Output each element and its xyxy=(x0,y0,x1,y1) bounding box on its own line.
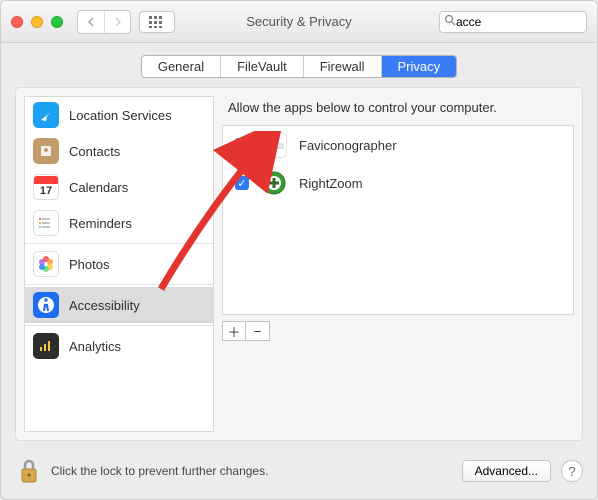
window-controls xyxy=(11,16,63,28)
checkbox-icon[interactable]: ✓ xyxy=(235,138,249,152)
sidebar-label: Location Services xyxy=(69,108,172,123)
tabs: General FileVault Firewall Privacy xyxy=(1,55,597,78)
advanced-button[interactable]: Advanced... xyxy=(462,460,551,482)
sidebar-label: Calendars xyxy=(69,180,128,195)
tab-general[interactable]: General xyxy=(142,56,221,77)
app-label: RightZoom xyxy=(299,176,363,191)
titlebar: Security & Privacy × xyxy=(1,1,597,43)
app-label: Faviconographer xyxy=(299,138,397,153)
separator xyxy=(25,325,213,326)
tab-firewall[interactable]: Firewall xyxy=(304,56,382,77)
photos-icon xyxy=(33,251,59,277)
sidebar-label: Reminders xyxy=(69,216,132,231)
sidebar-label: Photos xyxy=(69,257,109,272)
contacts-icon xyxy=(33,138,59,164)
lock-icon[interactable] xyxy=(15,457,43,485)
sidebar-item-accessibility[interactable]: Accessibility xyxy=(25,287,213,323)
helper-text: Allow the apps below to control your com… xyxy=(222,96,574,125)
location-icon xyxy=(33,102,59,128)
sidebar-label: Contacts xyxy=(69,144,120,159)
app-row[interactable]: ✓ Faviconographer xyxy=(223,126,573,164)
help-button[interactable]: ? xyxy=(561,460,583,482)
sidebar-item-photos[interactable]: Photos xyxy=(25,246,213,282)
app-row[interactable]: ✓ RightZoom xyxy=(223,164,573,202)
sidebar-label: Analytics xyxy=(69,339,121,354)
calendar-icon: 17 xyxy=(33,174,59,200)
reminders-icon xyxy=(33,210,59,236)
separator xyxy=(25,284,213,285)
zoom-icon[interactable] xyxy=(51,16,63,28)
nav-back-forward xyxy=(77,10,131,34)
search-field[interactable]: × xyxy=(439,11,587,33)
app-list: ✓ Faviconographer ✓ RightZoom xyxy=(222,125,574,315)
sidebar-item-analytics[interactable]: Analytics xyxy=(25,328,213,364)
lock-text: Click the lock to prevent further change… xyxy=(51,464,268,478)
search-input[interactable] xyxy=(456,15,598,29)
sidebar-item-calendars[interactable]: 17 Calendars xyxy=(25,169,213,205)
privacy-sidebar: Location Services Contacts 17 Calendars … xyxy=(24,96,214,432)
minimize-icon[interactable] xyxy=(31,16,43,28)
app-icon xyxy=(261,132,287,158)
tab-privacy[interactable]: Privacy xyxy=(382,56,457,77)
sidebar-item-contacts[interactable]: Contacts xyxy=(25,133,213,169)
close-icon[interactable] xyxy=(11,16,23,28)
add-remove: ＋ − xyxy=(222,321,574,341)
prefs-window: Security & Privacy × General FileVault F… xyxy=(0,0,598,500)
content-pane: Location Services Contacts 17 Calendars … xyxy=(15,87,583,441)
sidebar-item-location[interactable]: Location Services xyxy=(25,97,213,133)
sidebar-label: Accessibility xyxy=(69,298,140,313)
accessibility-icon xyxy=(33,292,59,318)
forward-button[interactable] xyxy=(104,11,130,33)
footer: Click the lock to prevent further change… xyxy=(15,451,583,491)
remove-button[interactable]: − xyxy=(246,321,270,341)
analytics-icon xyxy=(33,333,59,359)
separator xyxy=(25,243,213,244)
add-button[interactable]: ＋ xyxy=(222,321,246,341)
show-all-button[interactable] xyxy=(139,11,175,33)
app-icon xyxy=(261,170,287,196)
search-icon xyxy=(444,14,456,29)
main-pane: Allow the apps below to control your com… xyxy=(222,96,574,432)
back-button[interactable] xyxy=(78,11,104,33)
sidebar-item-reminders[interactable]: Reminders xyxy=(25,205,213,241)
tab-filevault[interactable]: FileVault xyxy=(221,56,304,77)
checkbox-icon[interactable]: ✓ xyxy=(235,176,249,190)
